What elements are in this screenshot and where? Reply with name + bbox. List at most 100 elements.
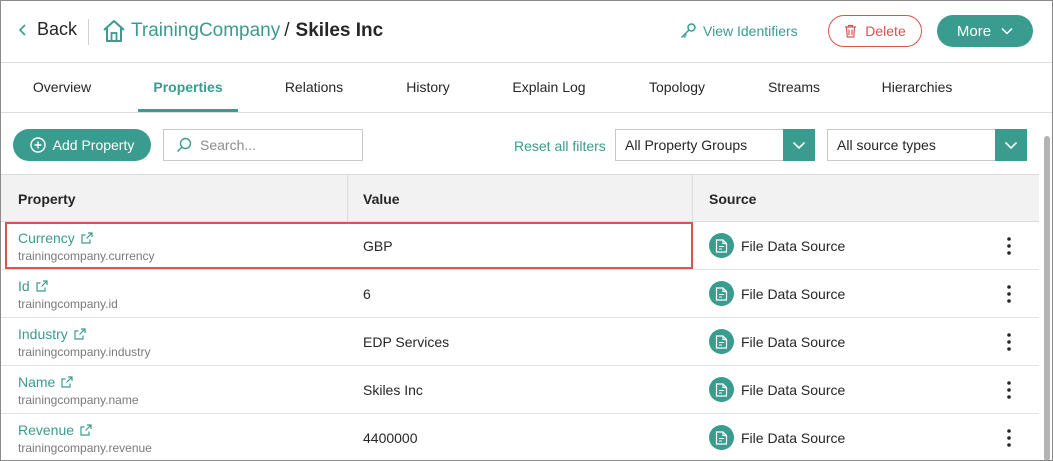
external-link-icon[interactable]: [61, 376, 73, 388]
external-link-icon[interactable]: [74, 328, 86, 340]
table-row[interactable]: Name trainingcompany.name Skiles Inc File D…: [1, 366, 1039, 414]
property-groups-select[interactable]: All Property Groups: [615, 129, 815, 161]
tabs-divider-line: [1, 112, 1052, 113]
table-header: Property Value Source: [1, 174, 1039, 222]
table-row[interactable]: Currency trainingcompany.currency GBP File …: [1, 222, 1039, 270]
column-header-property[interactable]: Property: [18, 175, 76, 222]
row-actions-button[interactable]: [997, 378, 1021, 402]
source-icon: [709, 233, 734, 258]
file-data-source-icon: [715, 430, 728, 445]
property-name-link[interactable]: Industry: [18, 326, 151, 342]
property-key: trainingcompany.revenue: [18, 441, 152, 455]
more-vertical-icon: [1007, 333, 1011, 351]
property-key: trainingcompany.currency: [18, 249, 155, 263]
column-header-value[interactable]: Value: [363, 175, 400, 222]
source-cell: File Data Source: [709, 377, 845, 402]
tab-streams[interactable]: Streams: [757, 62, 831, 112]
row-actions-button[interactable]: [997, 234, 1021, 258]
property-name-link[interactable]: Name: [18, 374, 139, 390]
tab-history[interactable]: History: [393, 62, 463, 112]
back-button[interactable]: Back: [17, 19, 77, 40]
tab-explain-log[interactable]: Explain Log: [501, 62, 597, 112]
source-cell: File Data Source: [709, 425, 845, 450]
source-label: File Data Source: [741, 381, 846, 398]
tab-topology[interactable]: Topology: [635, 62, 719, 112]
table-row[interactable]: Id trainingcompany.id 6 File Data Source: [1, 270, 1039, 318]
source-types-value: All source types: [837, 137, 936, 153]
property-value: 6: [363, 286, 371, 302]
property-name[interactable]: Id: [18, 278, 30, 294]
external-link-icon[interactable]: [36, 280, 48, 292]
header-divider: [88, 19, 89, 45]
file-data-source-icon: [715, 238, 728, 253]
tab-properties[interactable]: Properties: [138, 62, 238, 112]
view-identifiers-link[interactable]: View Identifiers: [679, 22, 798, 40]
property-name[interactable]: Currency: [18, 230, 75, 246]
more-button[interactable]: More: [937, 15, 1033, 47]
tab-relations[interactable]: Relations: [271, 62, 357, 112]
table-row[interactable]: Revenue trainingcompany.revenue 4400000 Fil…: [1, 414, 1039, 460]
breadcrumb-separator: /: [284, 20, 290, 41]
file-data-source-icon: [715, 286, 728, 301]
source-types-dropdown[interactable]: [995, 129, 1027, 161]
external-link-icon[interactable]: [80, 424, 92, 436]
search-input[interactable]: [200, 137, 350, 153]
property-name[interactable]: Name: [18, 374, 55, 390]
search-icon: [177, 137, 192, 152]
row-actions-button[interactable]: [997, 282, 1021, 306]
chevron-down-icon: [792, 141, 806, 149]
source-icon: [709, 377, 734, 402]
reset-all-filters-link[interactable]: Reset all filters: [514, 138, 606, 154]
column-divider: [347, 175, 348, 222]
more-label: More: [956, 22, 992, 40]
delete-label: Delete: [865, 23, 906, 39]
property-name-link[interactable]: Id: [18, 278, 118, 294]
source-label: File Data Source: [741, 429, 846, 446]
table-row[interactable]: Industry trainingcompany.industry EDP Serv…: [1, 318, 1039, 366]
trash-icon: [845, 24, 857, 38]
more-vertical-icon: [1007, 237, 1011, 255]
add-property-button[interactable]: Add Property: [13, 129, 151, 161]
property-key: trainingcompany.name: [18, 393, 139, 407]
source-icon: [709, 425, 734, 450]
property-value: 4400000: [363, 430, 418, 446]
file-data-source-icon: [715, 334, 728, 349]
source-icon: [709, 329, 734, 354]
home-icon: [103, 20, 125, 42]
more-vertical-icon: [1007, 285, 1011, 303]
source-label: File Data Source: [741, 285, 846, 302]
delete-button[interactable]: Delete: [828, 15, 922, 47]
row-actions-button[interactable]: [997, 426, 1021, 450]
more-vertical-icon: [1007, 429, 1011, 447]
property-value: Skiles Inc: [363, 382, 423, 398]
file-data-source-icon: [715, 382, 728, 397]
view-identifiers-label: View Identifiers: [703, 23, 798, 39]
property-name-link[interactable]: Currency: [18, 230, 155, 246]
column-divider: [692, 175, 693, 222]
search-box: [163, 129, 363, 161]
scrollbar-thumb[interactable]: [1044, 136, 1050, 460]
property-name-link[interactable]: Revenue: [18, 422, 152, 438]
property-groups-value: All Property Groups: [625, 137, 748, 153]
tab-hierarchies[interactable]: Hierarchies: [869, 62, 965, 112]
add-property-label: Add Property: [52, 137, 135, 153]
chevron-down-icon: [1001, 27, 1013, 35]
external-link-icon[interactable]: [81, 232, 93, 244]
key-icon: [680, 23, 696, 39]
source-types-select[interactable]: All source types: [827, 129, 1027, 161]
column-header-source[interactable]: Source: [709, 175, 756, 222]
property-name[interactable]: Revenue: [18, 422, 74, 438]
property-cell: Revenue trainingcompany.revenue: [18, 422, 152, 455]
row-actions-button[interactable]: [997, 330, 1021, 354]
plus-circle-icon: [29, 137, 46, 153]
property-name[interactable]: Industry: [18, 326, 68, 342]
chevron-left-icon: [18, 23, 26, 36]
breadcrumb-link-trainingcompany[interactable]: TrainingCompany: [131, 20, 280, 42]
page-header: Back TrainingCompany / Skiles Inc View I…: [1, 1, 1052, 62]
chevron-down-icon: [1004, 141, 1018, 149]
tab-overview[interactable]: Overview: [18, 62, 106, 112]
app-window: Back TrainingCompany / Skiles Inc View I…: [0, 0, 1053, 461]
property-groups-dropdown[interactable]: [783, 129, 815, 161]
source-cell: File Data Source: [709, 233, 845, 258]
back-label: Back: [37, 19, 78, 39]
